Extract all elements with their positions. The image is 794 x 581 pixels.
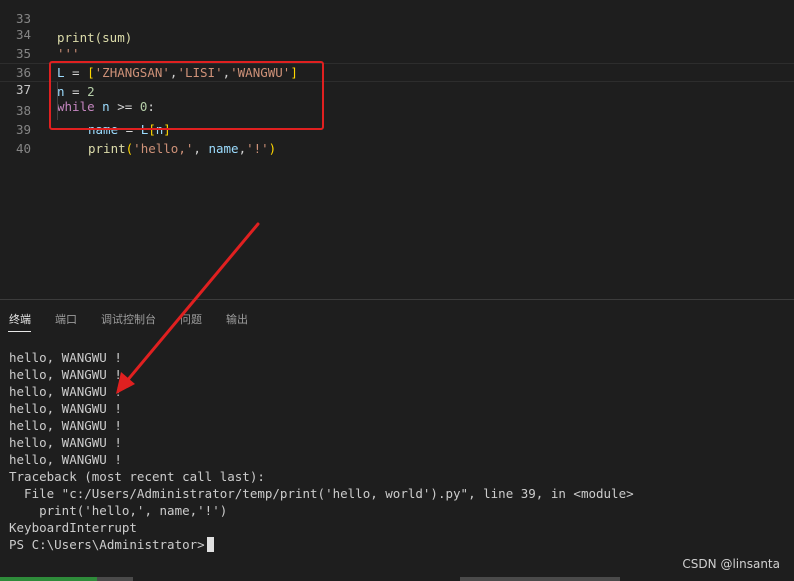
terminal-line: Traceback (most recent call last): (9, 469, 265, 484)
tab-debug-console[interactable]: 调试控制台 (101, 311, 156, 327)
terminal-line: print('hello,', name,'!') (9, 503, 228, 518)
bottom-panel: 终端 端口 调试控制台 问题 输出 hello, WANGWU ! hello,… (0, 299, 794, 558)
code-line-34[interactable]: 34 ''' (0, 6, 794, 61)
line-number: 40 (15, 141, 31, 156)
terminal-line: hello, WANGWU ! (9, 452, 122, 467)
status-segment (97, 577, 133, 581)
terminal-line: hello, WANGWU ! (9, 384, 122, 399)
status-bar (0, 577, 794, 581)
tab-problems[interactable]: 问题 (180, 311, 202, 327)
status-segment (0, 577, 97, 581)
terminal-line: hello, WANGWU ! (9, 418, 122, 433)
tab-terminal[interactable]: 终端 (9, 311, 31, 327)
terminal-prompt: PS C:\Users\Administrator> (9, 537, 205, 552)
annotation-red-box (49, 61, 324, 130)
terminal-cursor (206, 537, 214, 552)
terminal-line: hello, WANGWU ! (9, 350, 122, 365)
status-segment (460, 577, 620, 581)
tab-ports[interactable]: 端口 (55, 311, 77, 327)
active-tab-indicator (8, 331, 31, 332)
code-editor[interactable]: 33 print(sum) 34 ''' 35 L = ['ZHANGSAN',… (0, 0, 794, 299)
code-text: print('hello,', name,'!') (88, 141, 277, 156)
panel-tabs: 终端 端口 调试控制台 问题 输出 (0, 300, 794, 336)
terminal-line: File "c:/Users/Administrator/temp/print(… (9, 486, 634, 501)
terminal-line: hello, WANGWU ! (9, 401, 122, 416)
terminal-prompt-line[interactable]: PS C:\Users\Administrator> (9, 536, 789, 553)
code-line-35[interactable]: 35 L = ['ZHANGSAN','LISI','WANGWU'] (0, 25, 794, 80)
terminal-line: hello, WANGWU ! (9, 435, 122, 450)
terminal-output[interactable]: hello, WANGWU ! hello, WANGWU ! hello, W… (9, 349, 789, 553)
watermark: CSDN @linsanta (682, 557, 780, 571)
terminal-line: KeyboardInterrupt (9, 520, 137, 535)
tab-output[interactable]: 输出 (226, 311, 248, 327)
terminal-line: hello, WANGWU ! (9, 367, 122, 382)
